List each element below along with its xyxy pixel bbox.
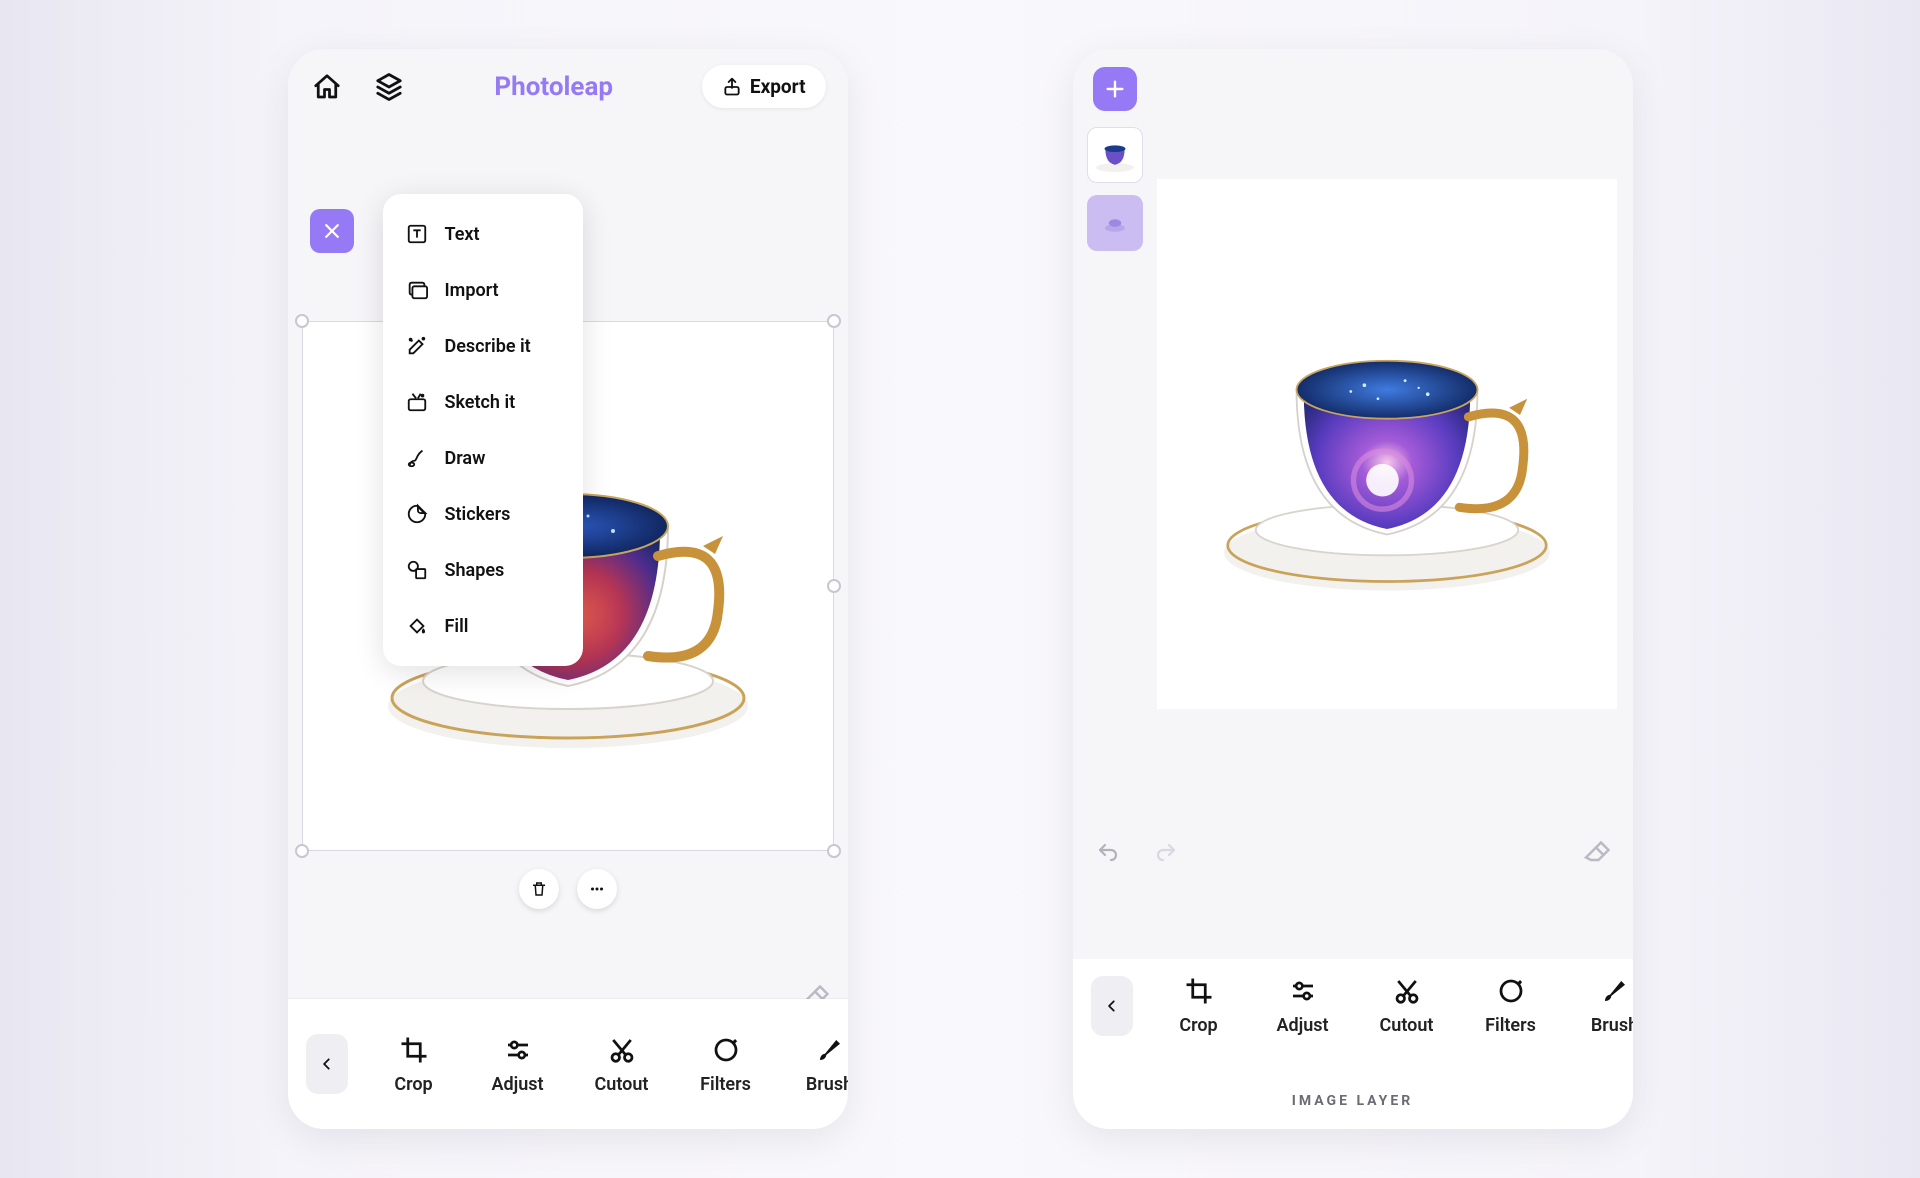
export-label: Export xyxy=(750,75,806,98)
brush-icon xyxy=(814,1034,846,1066)
menu-item-import[interactable]: Import xyxy=(383,262,583,318)
tool-cutout[interactable]: Cutout xyxy=(1355,975,1459,1036)
delete-button[interactable] xyxy=(519,869,559,909)
menu-item-label: Describe it xyxy=(445,336,531,357)
tool-label: Adjust xyxy=(1276,1015,1328,1036)
fill-icon xyxy=(405,614,429,638)
close-button[interactable] xyxy=(310,209,354,253)
phone-right: Crop Adjust Cutout Filters Brush xyxy=(1073,49,1633,1129)
menu-item-label: Shapes xyxy=(445,560,505,581)
filters-icon xyxy=(1495,975,1527,1007)
stickers-icon xyxy=(405,502,429,526)
adjust-icon xyxy=(502,1034,534,1066)
tool-filters[interactable]: Filters xyxy=(1459,975,1563,1036)
sketch-icon xyxy=(405,390,429,414)
tool-label: Cutout xyxy=(1380,1015,1434,1036)
import-icon xyxy=(405,278,429,302)
menu-item-label: Fill xyxy=(445,616,469,637)
tool-label: Crop xyxy=(1179,1015,1217,1036)
brush-icon xyxy=(1599,975,1631,1007)
tool-label: Brush xyxy=(806,1074,848,1095)
more-button[interactable] xyxy=(577,869,617,909)
draw-icon xyxy=(405,446,429,470)
tool-adjust[interactable]: Adjust xyxy=(1251,975,1355,1036)
tool-label: Filters xyxy=(1485,1015,1536,1036)
canvas-image xyxy=(1197,254,1577,634)
back-button[interactable] xyxy=(306,1034,348,1094)
tool-label: Cutout xyxy=(595,1074,649,1095)
redo-button[interactable] xyxy=(1149,839,1183,867)
resize-handle[interactable] xyxy=(295,314,309,328)
tool-brush[interactable]: Brush xyxy=(1563,975,1633,1036)
menu-item-describe[interactable]: Describe it xyxy=(383,318,583,374)
menu-item-sketch[interactable]: Sketch it xyxy=(383,374,583,430)
tool-brush[interactable]: Brush xyxy=(778,1034,848,1095)
resize-handle[interactable] xyxy=(295,844,309,858)
layer-thumbnail-1[interactable] xyxy=(1087,127,1143,183)
tool-label: Filters xyxy=(700,1074,751,1095)
menu-item-fill[interactable]: Fill xyxy=(383,598,583,654)
menu-item-label: Sketch it xyxy=(445,392,516,413)
tool-label: Crop xyxy=(394,1074,432,1095)
menu-item-stickers[interactable]: Stickers xyxy=(383,486,583,542)
menu-item-text[interactable]: Text xyxy=(383,206,583,262)
canvas[interactable] xyxy=(1157,179,1617,709)
home-icon[interactable] xyxy=(310,70,344,104)
cutout-icon xyxy=(1391,975,1423,1007)
layer-caption: IMAGE LAYER xyxy=(1073,1093,1633,1109)
layers-icon[interactable] xyxy=(372,70,406,104)
layer-thumbnail-2[interactable] xyxy=(1087,195,1143,251)
filters-icon xyxy=(710,1034,742,1066)
describe-icon xyxy=(405,334,429,358)
adjust-icon xyxy=(1287,975,1319,1007)
undo-button[interactable] xyxy=(1091,839,1125,867)
text-icon xyxy=(405,222,429,246)
tool-label: Adjust xyxy=(491,1074,543,1095)
phone-left: Photoleap Export Text Import Describe it xyxy=(288,49,848,1129)
menu-item-label: Draw xyxy=(445,448,486,469)
menu-item-label: Stickers xyxy=(445,504,511,525)
shapes-icon xyxy=(405,558,429,582)
add-layer-menu: Text Import Describe it Sketch it Draw xyxy=(383,194,583,666)
resize-handle[interactable] xyxy=(827,579,841,593)
bottom-toolbar: Crop Adjust Cutout Filters Brush xyxy=(288,999,848,1129)
cutout-icon xyxy=(606,1034,638,1066)
resize-handle[interactable] xyxy=(827,844,841,858)
back-button[interactable] xyxy=(1091,976,1133,1036)
tool-label: Brush xyxy=(1591,1015,1633,1036)
add-layer-button[interactable] xyxy=(1093,67,1137,111)
tool-crop[interactable]: Crop xyxy=(1147,975,1251,1036)
app-title: Photoleap xyxy=(494,72,613,102)
tool-cutout[interactable]: Cutout xyxy=(570,1034,674,1095)
bottom-toolbar: Crop Adjust Cutout Filters Brush xyxy=(1073,959,1633,1129)
tool-adjust[interactable]: Adjust xyxy=(466,1034,570,1095)
tool-crop[interactable]: Crop xyxy=(362,1034,466,1095)
menu-item-draw[interactable]: Draw xyxy=(383,430,583,486)
menu-item-shapes[interactable]: Shapes xyxy=(383,542,583,598)
menu-item-label: Text xyxy=(445,224,480,245)
eraser-icon[interactable] xyxy=(1581,835,1611,865)
tool-filters[interactable]: Filters xyxy=(674,1034,778,1095)
top-bar: Photoleap Export xyxy=(288,49,848,118)
menu-item-label: Import xyxy=(445,280,499,301)
resize-handle[interactable] xyxy=(827,314,841,328)
crop-icon xyxy=(398,1034,430,1066)
export-button[interactable]: Export xyxy=(702,65,826,108)
crop-icon xyxy=(1183,975,1215,1007)
